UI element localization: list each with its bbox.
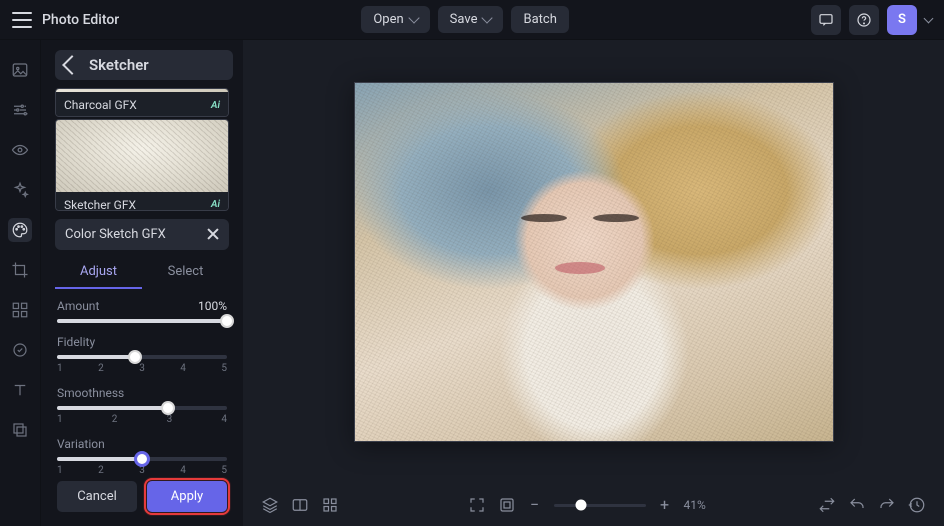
active-preset-label: Color Sketch GFX	[65, 227, 166, 242]
app-title: Photo Editor	[42, 12, 119, 28]
preset-sketcher[interactable]: Sketcher GFX Ai	[55, 119, 229, 211]
rail-image[interactable]	[8, 58, 32, 82]
rail-layers[interactable]	[8, 418, 32, 442]
status-bar: − + 41%	[243, 484, 944, 526]
canvas-area: − + 41%	[243, 40, 944, 526]
compare-icon[interactable]	[818, 496, 836, 514]
rail-retouch[interactable]	[8, 338, 32, 362]
avatar[interactable]: S	[887, 5, 917, 35]
ai-badge: Ai	[211, 199, 220, 210]
rail-text[interactable]	[8, 378, 32, 402]
batch-button[interactable]: Batch	[511, 6, 568, 33]
slider-variation: Variation 12345	[57, 437, 227, 473]
slider-fidelity: Fidelity 12345	[57, 335, 227, 374]
rail-palette[interactable]	[8, 218, 32, 242]
rail-crop[interactable]	[8, 258, 32, 282]
grid-view-icon[interactable]	[321, 496, 339, 514]
smoothness-track[interactable]	[57, 406, 227, 410]
account-chevron-icon[interactable]	[924, 13, 934, 23]
canvas-image[interactable]	[354, 82, 834, 442]
apply-button[interactable]: Apply	[147, 481, 227, 512]
zoom-value: 41%	[684, 498, 720, 512]
chevron-down-icon	[482, 12, 493, 23]
zoom-out-button[interactable]: −	[528, 498, 542, 512]
zoom-in-button[interactable]: +	[658, 498, 672, 512]
layers-icon[interactable]	[261, 496, 279, 514]
comments-button[interactable]	[811, 5, 841, 35]
rail-sparkles[interactable]	[8, 178, 32, 202]
slider-amount: Amount100%	[57, 299, 227, 323]
save-button[interactable]: Save	[438, 6, 504, 33]
preset-label: Charcoal GFX	[64, 98, 137, 112]
rail-eye[interactable]	[8, 138, 32, 162]
history-icon[interactable]	[908, 496, 926, 514]
fit-icon[interactable]	[498, 496, 516, 514]
chevron-down-icon	[408, 12, 419, 23]
split-icon[interactable]	[291, 496, 309, 514]
app-header: Photo Editor Open Save Batch S	[0, 0, 944, 40]
tool-rail	[0, 40, 41, 526]
help-button[interactable]	[849, 5, 879, 35]
fidelity-track[interactable]	[57, 355, 227, 359]
back-icon[interactable]	[62, 55, 82, 75]
rail-sliders[interactable]	[8, 98, 32, 122]
tab-adjust[interactable]: Adjust	[55, 256, 142, 289]
zoom-slider[interactable]	[554, 504, 646, 507]
slider-smoothness: Smoothness 1234	[57, 386, 227, 425]
preset-label: Sketcher GFX	[64, 198, 136, 211]
cancel-button[interactable]: Cancel	[57, 481, 137, 512]
ai-badge: Ai	[211, 100, 220, 111]
fullscreen-icon[interactable]	[468, 496, 486, 514]
variation-track[interactable]	[57, 457, 227, 461]
tab-select[interactable]: Select	[142, 256, 229, 289]
redo-icon[interactable]	[878, 496, 896, 514]
menu-icon[interactable]	[12, 12, 32, 28]
rail-grid[interactable]	[8, 298, 32, 322]
close-icon[interactable]	[207, 228, 219, 240]
preset-thumb	[56, 120, 228, 192]
preset-charcoal[interactable]: Charcoal GFX Ai	[55, 88, 229, 117]
open-button[interactable]: Open	[361, 6, 429, 33]
side-panel: Sketcher Charcoal GFX Ai Sketcher GFX Ai C…	[41, 40, 243, 526]
panel-tabs: Adjust Select	[55, 256, 229, 289]
panel-title: Sketcher	[89, 56, 149, 74]
active-preset-header: Color Sketch GFX	[55, 219, 229, 250]
undo-icon[interactable]	[848, 496, 866, 514]
amount-track[interactable]	[57, 319, 227, 323]
